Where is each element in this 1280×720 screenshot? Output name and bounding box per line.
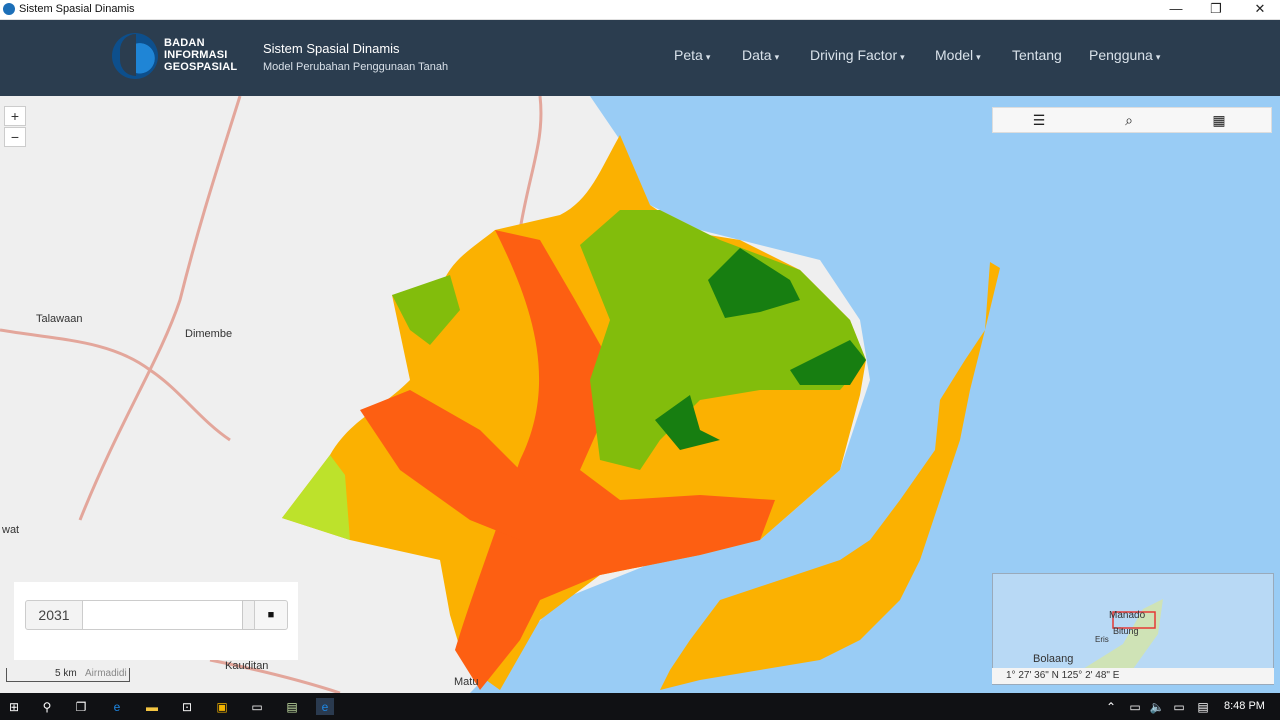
logo-line: INFORMASI (164, 49, 228, 61)
volume-icon[interactable]: 🔈 (1148, 698, 1166, 715)
edge-icon[interactable]: e (108, 698, 126, 715)
zoom-out-button[interactable]: − (4, 127, 26, 147)
scale-bar: 5 km Airmadidi (6, 668, 130, 682)
terminal-icon[interactable]: ▭ (248, 698, 266, 715)
list-icon[interactable]: ☰ (995, 108, 1083, 132)
file-explorer-icon[interactable]: ▬ (143, 698, 161, 715)
caret-icon: ▾ (1155, 52, 1161, 62)
battery-icon[interactable]: ▭ (1126, 698, 1144, 715)
coordinate-readout: 1° 27' 36" N 125° 2' 48" E (992, 668, 1274, 684)
store-icon[interactable]: ⊡ (178, 698, 196, 715)
time-slider[interactable] (82, 600, 260, 630)
menu-peta[interactable]: Peta ▾ (674, 47, 710, 63)
restore-button[interactable]: ❐ (1196, 0, 1236, 20)
caret-icon: ▾ (774, 52, 780, 62)
task-view-icon[interactable]: ❐ (72, 698, 90, 715)
window-title: Sistem Spasial Dinamis (19, 3, 135, 15)
stop-button[interactable]: ■ (254, 600, 288, 630)
media-icon[interactable]: ▣ (213, 698, 231, 715)
app-icon (3, 3, 15, 15)
chevron-up-icon[interactable]: ⌃ (1102, 698, 1120, 715)
menu-label: Model (935, 47, 974, 63)
zoom-in-button[interactable]: + (4, 106, 26, 126)
menu-label: Pengguna (1089, 47, 1153, 63)
logo-mark (120, 34, 136, 76)
notes-icon[interactable]: ▤ (283, 698, 301, 715)
overview-place: Bolaang (1033, 653, 1073, 665)
map-toolbar: ☰ ⌕ ▦ (992, 107, 1272, 133)
overview-place: Bitung (1113, 626, 1139, 636)
place-label: Dimembe (185, 328, 233, 340)
menu-driving-factor[interactable]: Driving Factor ▾ (810, 47, 905, 63)
place-label: Talawaan (36, 313, 83, 325)
caret-icon: ▾ (705, 52, 711, 62)
timeline-panel: 2031 ■ (14, 582, 298, 660)
search-icon[interactable]: ⚲ (38, 698, 56, 715)
year-display: 2031 (25, 600, 83, 630)
minimize-button[interactable]: — (1156, 0, 1196, 20)
caret-icon: ▾ (976, 52, 981, 62)
menu-label: Data (742, 47, 772, 63)
ie-icon[interactable]: e (316, 698, 334, 715)
windows-taskbar: ⊞ ⚲ ❐ e ▬ ⊡ ▣ ▭ ▤ e ⌃ ▭ 🔈 ▭ ▤ (0, 693, 1280, 720)
overview-place: Manado (1109, 610, 1146, 621)
place-label: wat (2, 524, 20, 536)
logo-text: BADAN INFORMASI GEOSPASIAL (164, 37, 237, 73)
logo-line: GEOSPASIAL (164, 61, 238, 73)
place-label: Kauditan (225, 660, 269, 672)
notification-icon[interactable]: ▤ (1194, 698, 1212, 715)
taskbar-clock: 8:48 PM (1224, 700, 1265, 712)
start-icon[interactable]: ⊞ (5, 698, 23, 715)
menu-pengguna[interactable]: Pengguna ▾ (1089, 47, 1160, 63)
menu-label: Tentang (1012, 47, 1062, 63)
app-name: Sistem Spasial Dinamis (263, 41, 400, 56)
menu-model[interactable]: Model ▾ (935, 47, 981, 63)
grid-icon[interactable]: ▦ (1175, 108, 1263, 132)
caret-icon: ▾ (900, 52, 905, 62)
navbar: BADAN INFORMASI GEOSPASIAL Sistem Spasia… (0, 20, 1280, 96)
close-button[interactable]: ✕ (1240, 0, 1280, 20)
scale-label: 5 km (55, 668, 77, 679)
search-icon[interactable]: ⌕ (1085, 108, 1173, 132)
menu-label: Peta (674, 47, 703, 63)
place-label: Matu (454, 676, 479, 688)
overview-place: Eris (1095, 635, 1109, 644)
menu-data[interactable]: Data ▾ (742, 47, 779, 63)
place-label: Airmadidi (85, 668, 127, 679)
network-icon[interactable]: ▭ (1170, 698, 1188, 715)
menu-tentang[interactable]: Tentang (1012, 47, 1062, 63)
window-titlebar: Sistem Spasial Dinamis — ❐ ✕ (0, 0, 1280, 20)
menu-label: Driving Factor (810, 47, 898, 63)
app-subtitle: Model Perubahan Penggunaan Tanah (263, 61, 449, 73)
logo-line: BADAN (164, 37, 205, 49)
